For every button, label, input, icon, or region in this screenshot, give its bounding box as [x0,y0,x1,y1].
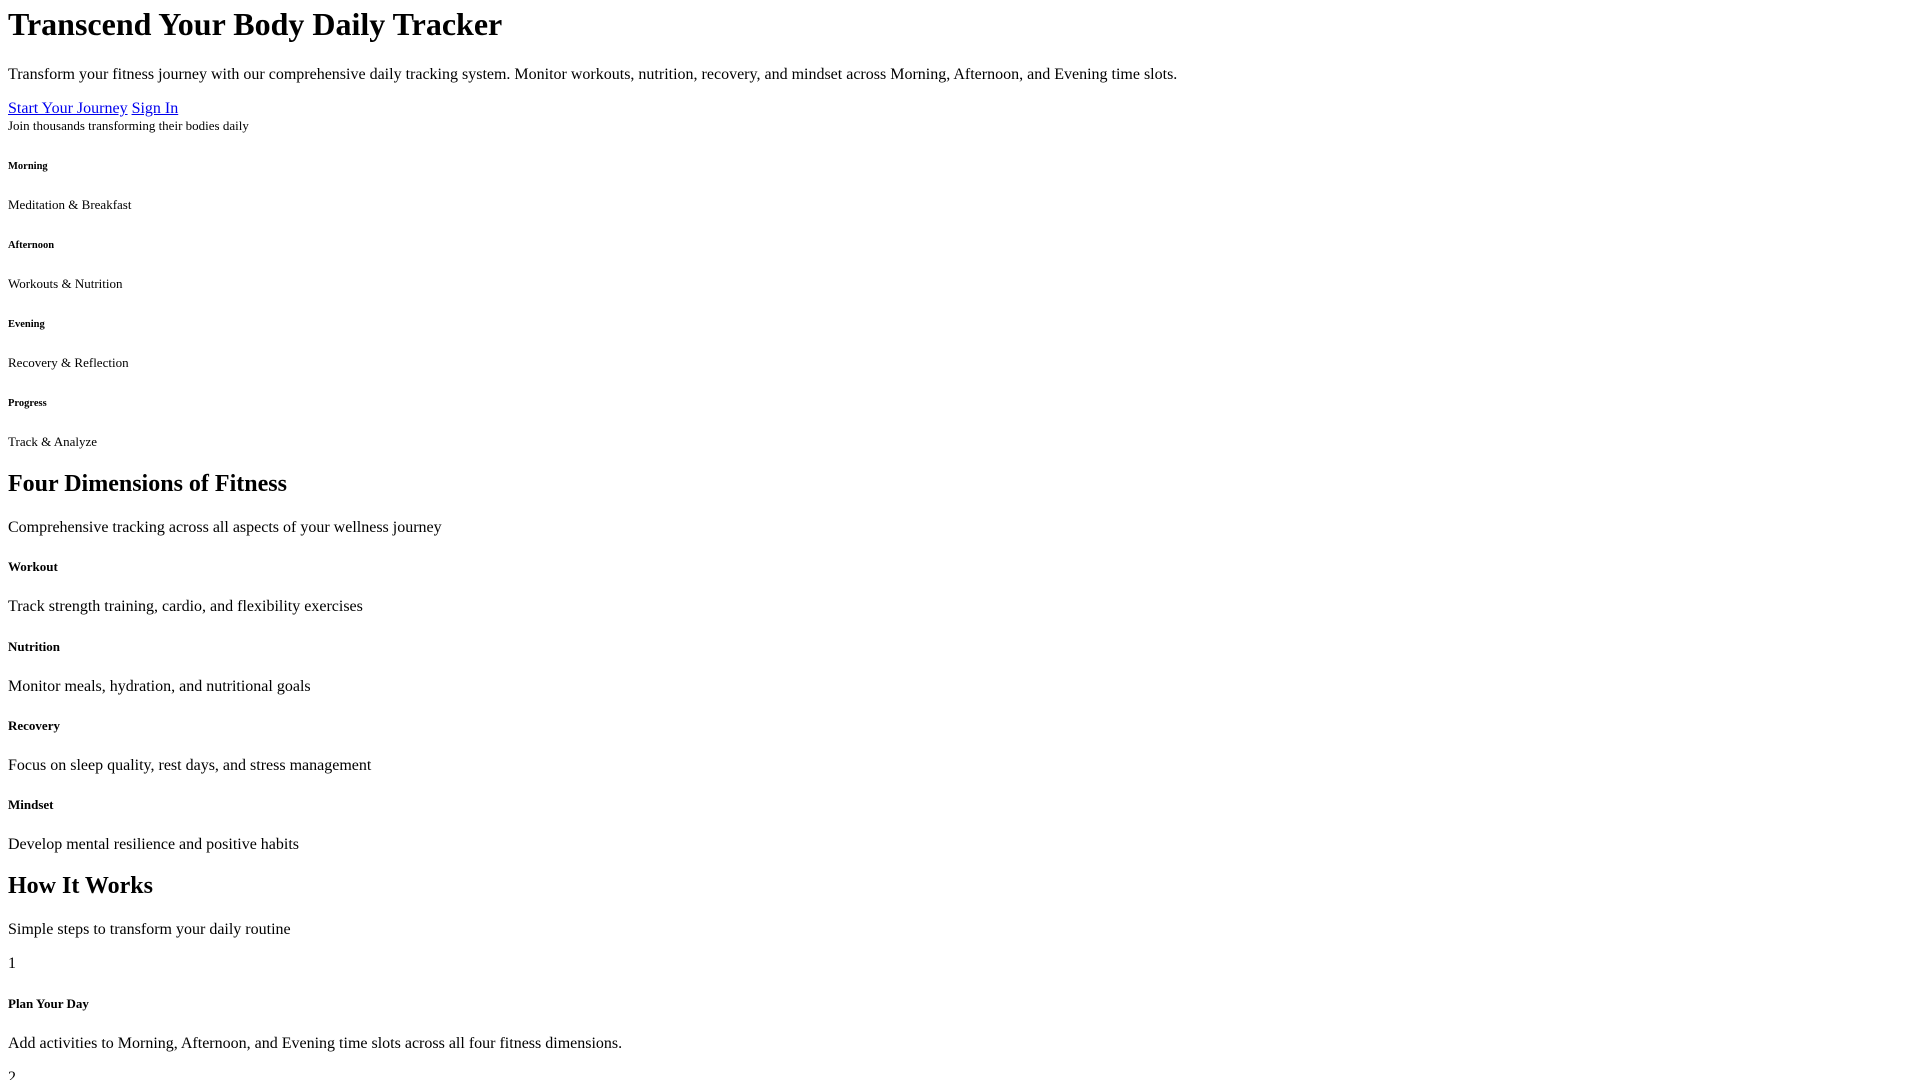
page: Transcend Your Body Daily Tracker Transf… [0,0,1920,1080]
time-slot-morning-desc: Meditation & Breakfast [8,197,132,212]
step-1-title: Plan Your Day [8,996,89,1011]
step-2-number: 2 [8,1069,16,1080]
time-slot-afternoon-desc: Workouts & Nutrition [8,276,123,291]
step-1-number: 1 [8,955,16,972]
time-slot-progress-desc: Track & Analyze [8,434,98,449]
step-1-desc: Add activities to Morning, Afternoon, an… [8,1035,623,1052]
dimension-mindset-title: Mindset [8,797,54,812]
page-title: Transcend Your Body Daily Tracker [8,6,503,42]
hero-actions: Start Your Journey Sign In [8,100,178,118]
time-slot-progress-title: Progress [8,398,47,409]
dimension-recovery-title: Recovery [8,718,60,733]
dimension-nutrition-desc: Monitor meals, hydration, and nutritiona… [8,678,311,695]
time-slot-evening-title: Evening [8,319,45,330]
dimension-nutrition-title: Nutrition [8,639,60,654]
time-slot-morning-title: Morning [8,161,48,172]
dimensions-subheading: Comprehensive tracking across all aspect… [8,519,442,536]
time-slot-afternoon-title: Afternoon [8,240,55,251]
hero-tagline: Join thousands transforming their bodies… [8,118,249,133]
dimension-mindset-desc: Develop mental resilience and positive h… [8,836,300,853]
start-journey-link[interactable]: Start Your Journey [8,100,128,117]
dimension-workout-title: Workout [8,559,58,574]
dimensions-heading: Four Dimensions of Fitness [8,471,287,497]
how-it-works-subheading: Simple steps to transform your daily rou… [8,921,291,938]
how-it-works-heading: How It Works [8,873,153,899]
hero-description: Transform your fitness journey with our … [8,66,1178,83]
dimension-workout-desc: Track strength training, cardio, and fle… [8,598,363,615]
time-slot-evening-desc: Recovery & Reflection [8,355,129,370]
sign-in-link[interactable]: Sign In [132,100,179,117]
dimension-recovery-desc: Focus on sleep quality, rest days, and s… [8,757,372,774]
